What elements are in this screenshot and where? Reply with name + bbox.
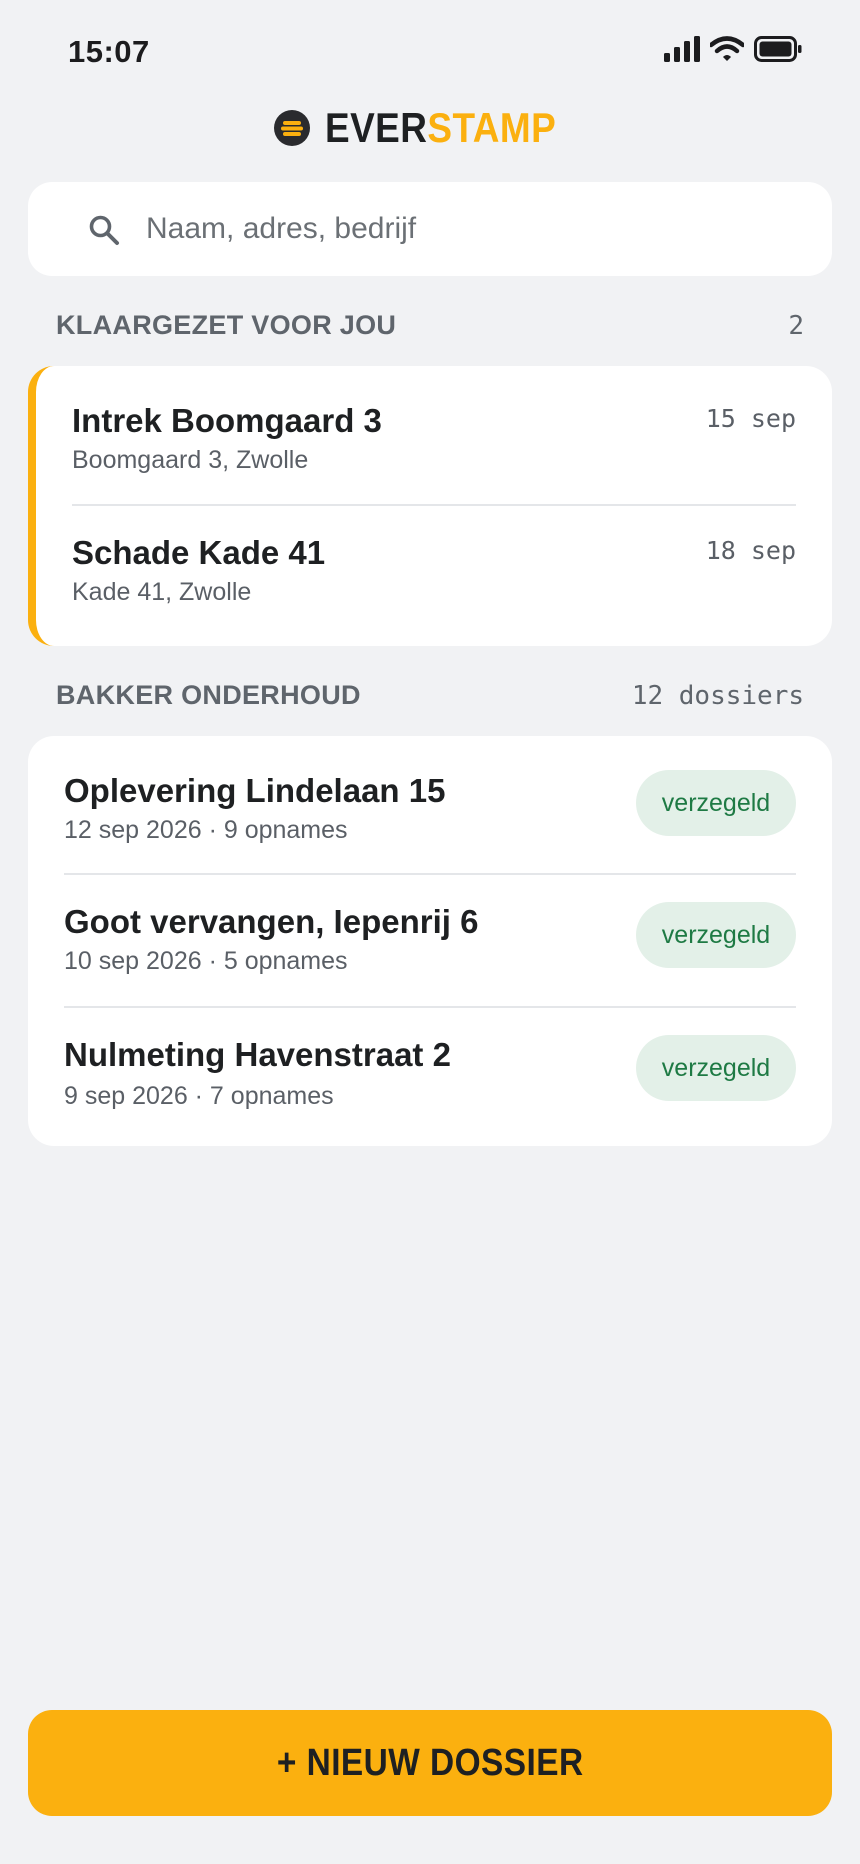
company-section-title: BAKKER ONDERHOUD (56, 680, 361, 710)
prepared-item-address: Kade 41, Zwolle (72, 578, 252, 606)
wifi-icon (708, 36, 746, 62)
status-badge: verzegeld (636, 1035, 796, 1101)
status-bar: 15:07 (0, 0, 860, 100)
prepared-item[interactable]: Intrek Boomgaard 3 Boomgaard 3, Zwolle 1… (36, 366, 832, 505)
home-screen: 15:07 EVERSTAMP Naam, adres, bedrijf KLA… (0, 0, 860, 1864)
prepared-section-title: KLAARGEZET VOOR JOU (56, 310, 397, 340)
dossier-item-title: Goot vervangen, Iepenrij 6 (64, 903, 479, 940)
brand-name-part2: STAMP (427, 104, 556, 151)
dossier-item-meta: 12 sep 2026 · 9 opnames (64, 816, 348, 844)
search-icon (88, 214, 120, 246)
battery-icon (754, 36, 802, 62)
company-section-count: 12 dossiers (631, 680, 804, 711)
brand-name-part1: EVER (324, 104, 428, 151)
prepared-card: Intrek Boomgaard 3 Boomgaard 3, Zwolle 1… (28, 366, 832, 646)
company-card: Oplevering Lindelaan 15 12 sep 2026 · 9 … (28, 736, 832, 1146)
dossier-item-meta: 9 sep 2026 · 7 opnames (64, 1082, 334, 1110)
new-dossier-button-label: + NIEUW DOSSIER (276, 1741, 584, 1784)
dossier-item[interactable]: Nulmeting Havenstraat 2 9 sep 2026 · 7 o… (28, 1008, 832, 1146)
prepared-item-address: Boomgaard 3, Zwolle (72, 446, 309, 474)
dossier-item-title: Nulmeting Havenstraat 2 (64, 1036, 451, 1073)
cellular-signal-icon (664, 36, 700, 62)
prepared-section-header: KLAARGEZET VOOR JOU 2 (56, 310, 804, 341)
prepared-item-title: Intrek Boomgaard 3 (72, 402, 382, 439)
prepared-item[interactable]: Schade Kade 41 Kade 41, Zwolle 18 sep (36, 506, 832, 646)
status-badge: verzegeld (636, 902, 796, 968)
search-bar[interactable] (28, 182, 832, 276)
search-input[interactable] (146, 182, 806, 276)
dossier-item[interactable]: Goot vervangen, Iepenrij 6 10 sep 2026 ·… (28, 875, 832, 1007)
status-time: 15:07 (68, 34, 150, 69)
company-section-header: BAKKER ONDERHOUD 12 dossiers (56, 680, 804, 711)
dossier-item-meta: 10 sep 2026 · 5 opnames (64, 947, 348, 975)
everstamp-logo-icon (273, 109, 311, 147)
new-dossier-button[interactable]: + NIEUW DOSSIER (28, 1710, 832, 1816)
dossier-item-title: Oplevering Lindelaan 15 (64, 772, 446, 809)
prepared-section-count: 2 (788, 310, 804, 341)
prepared-item-date: 15 sep (705, 404, 796, 433)
status-badge: verzegeld (636, 770, 796, 836)
brand-logo: EVERSTAMP (0, 104, 860, 152)
prepared-item-title: Schade Kade 41 (72, 534, 326, 571)
brand-name: EVERSTAMP (325, 104, 556, 152)
status-icons (664, 36, 802, 62)
dossier-item[interactable]: Oplevering Lindelaan 15 12 sep 2026 · 9 … (28, 736, 832, 874)
prepared-item-date: 18 sep (705, 536, 796, 565)
